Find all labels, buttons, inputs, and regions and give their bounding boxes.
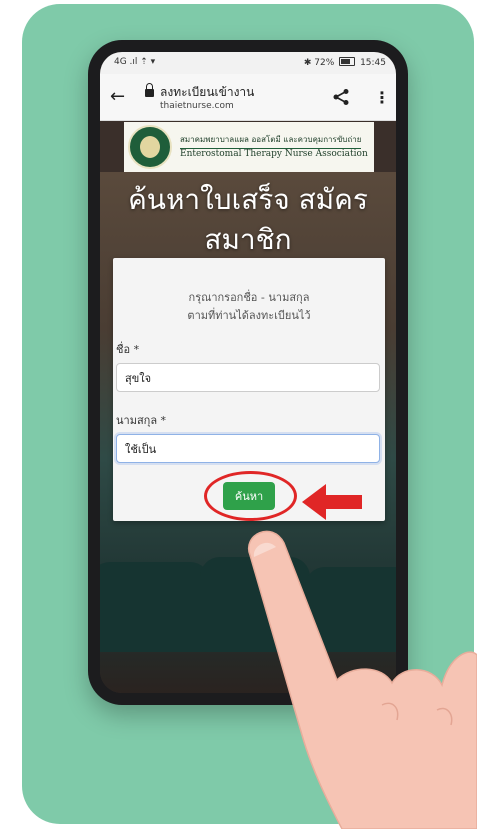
status-right: ✱ 72% 15:45 (304, 57, 386, 68)
lock-icon (145, 83, 154, 97)
back-arrow-icon[interactable]: ← (110, 86, 125, 107)
last-name-input[interactable] (116, 434, 380, 463)
first-name-input[interactable] (116, 363, 380, 392)
logo-emblem (140, 136, 160, 158)
association-logo (128, 125, 172, 169)
battery-percent: 72% (314, 58, 335, 68)
status-bar: 4G .ıl ⇡ ▾ ✱ 72% 15:45 (100, 52, 396, 74)
page-title[interactable]: ลงทะเบียนเข้างาน (160, 83, 254, 102)
auditorium-seat (100, 562, 210, 652)
highlight-circle (204, 471, 297, 521)
last-name-label: นามสกุล * (116, 414, 167, 427)
banner-english-name: Enterostomal Therapy Nurse Association (180, 149, 368, 159)
banner-thai-name: สมาคมพยาบาลแผล ออสโตมี และควบคุมการขับถ่… (180, 133, 362, 149)
clock: 15:45 (360, 58, 386, 68)
more-menu-icon[interactable]: ⋮ (374, 88, 390, 107)
form-instruction-line2: ตามที่ท่านได้ลงทะเบียนไว้ (187, 309, 311, 322)
first-name-label: ชื่อ * (116, 343, 140, 356)
bluetooth-icon: ✱ (303, 58, 312, 68)
association-banner: สมาคมพยาบาลแผล ออสโตมี และควบคุมการขับถ่… (124, 122, 374, 172)
pointing-hand-icon (247, 530, 477, 829)
browser-url-bar: ← ลงทะเบียนเข้างาน thaietnurse.com ⋮ (100, 74, 396, 121)
hero-heading-line1: ค้นหาใบเสร็จ สมัคร (128, 183, 368, 216)
hero-heading-line2: สมาชิก (204, 223, 292, 256)
share-icon[interactable] (332, 88, 350, 106)
page-domain[interactable]: thaietnurse.com (160, 101, 234, 111)
signal-indicators: 4G .ıl ⇡ ▾ (114, 57, 156, 67)
battery-icon (339, 57, 356, 66)
form-instruction-line1: กรุณากรอกชื่อ - นามสกุล (188, 291, 310, 304)
